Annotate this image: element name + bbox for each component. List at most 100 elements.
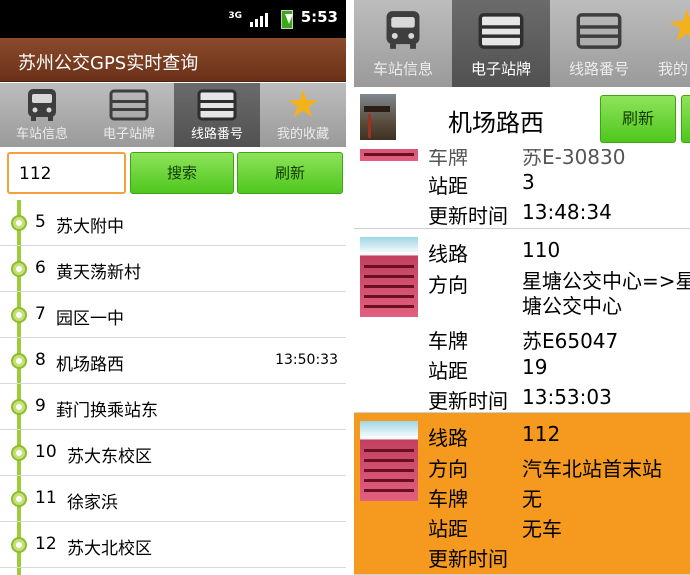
tab-bar: 车站信息 电子站牌 线路番号 ★ 我的 [354,0,690,87]
station-item[interactable]: 5 苏大附中 [0,200,346,246]
station-dot-icon [11,537,27,553]
station-dot-icon [11,353,27,369]
tab-favorites[interactable]: ★ 我的 [648,0,690,87]
plate-label: 车牌 [428,149,468,169]
station-item[interactable]: 10 苏大东校区 [0,430,346,476]
distance-label: 站距 [428,174,468,198]
app-title: 苏州公交GPS实时查询 [18,53,199,74]
bus-card[interactable]: 线路 110 方向 星塘公交中心=>星塘公交中心 车牌 苏E65047 站距 1… [354,229,690,413]
route-board-icon [576,13,622,49]
route-value: 112 [522,422,561,446]
tab-label: 线路番号 [568,60,629,78]
tab-favorites[interactable]: ★ 我的收藏 [260,83,346,147]
more-button[interactable] [681,95,690,143]
network-type-label: 3G [228,11,242,21]
station-dot-icon [11,261,27,277]
tab-label: 我的 [658,60,689,78]
bus-photo [360,149,418,161]
station-dot-icon [11,445,27,461]
battery-charging-icon [281,10,293,29]
star-icon: ★ [285,82,321,126]
tab-route-number[interactable]: 线路番号 [550,0,648,87]
direction-value: 汽车北站首末站 [522,457,662,481]
updated-label: 更新时间 [428,204,508,228]
tab-label: 车站信息 [15,127,68,142]
bus-photo [360,237,418,317]
status-bar: 3G 5:53 [0,0,346,38]
right-screen: 车站信息 电子站牌 线路番号 ★ 我的 机场路西 刷新 车牌 苏E-30830 … [354,0,690,575]
tab-station-board[interactable]: 电子站牌 [452,0,550,87]
station-item[interactable]: 11 徐家浜 [0,476,346,522]
tab-label: 电子站牌 [470,60,531,78]
station-dot-icon [11,399,27,415]
search-row: 112 搜索 刷新 [0,148,346,198]
search-button[interactable]: 搜索 [130,152,234,194]
plate-label: 车牌 [428,329,468,353]
plate-value: 无 [522,487,542,511]
star-icon: ★ [667,1,690,52]
tab-label: 车站信息 [372,60,433,78]
tab-label: 电子站牌 [102,127,155,142]
distance-value: 19 [522,355,548,379]
plate-value: 苏E65047 [522,329,619,353]
tab-route-number[interactable]: 线路番号 [174,83,260,147]
station-number: 11 [35,488,57,508]
station-dot-icon [11,307,27,323]
tab-station-info[interactable]: 车站信息 [0,83,84,147]
updated-value: 13:53:03 [522,385,612,409]
station-dot-icon [11,215,27,231]
station-item[interactable]: 6 黄天荡新村 [0,246,346,292]
tab-label: 我的收藏 [276,127,329,142]
updated-value: 13:48:34 [522,200,612,224]
station-number: 5 [35,212,46,232]
station-board-icon [478,13,524,49]
bus-icon [28,89,56,121]
tab-station-info[interactable]: 车站信息 [354,0,452,87]
station-dot-icon [11,491,27,507]
distance-value: 无车 [522,517,562,541]
direction-value: 星塘公交中心=>星塘公交中心 [522,269,690,318]
updated-label: 更新时间 [428,389,508,413]
bus-card-selected[interactable]: 线路 112 方向 汽车北站首末站 车牌 无 站距 无车 更新时间 [354,413,690,575]
route-label: 线路 [428,242,468,266]
tab-bar: 车站信息 电子站牌 线路番号 ★ 我的收藏 [0,83,346,147]
bus-card[interactable]: 车牌 苏E-30830 站距 3 更新时间 13:48:34 [354,149,690,229]
refresh-button[interactable]: 刷新 [600,95,676,143]
tab-station-board[interactable]: 电子站牌 [84,83,174,147]
station-name: 葑门换乘站东 [56,401,158,421]
direction-label: 方向 [428,273,468,297]
signal-icon [250,13,268,27]
route-board-icon [197,89,237,121]
station-name: 黄天荡新村 [56,263,141,283]
distance-label: 站距 [428,359,468,383]
tab-label: 线路番号 [190,127,243,142]
distance-value: 3 [522,170,535,194]
station-name: 徐家浜 [67,493,118,513]
refresh-button[interactable]: 刷新 [237,152,343,194]
station-name: 苏大附中 [56,217,124,237]
station-name: 苏大北校区 [67,539,152,559]
station-name: 机场路西 [56,355,124,375]
updated-label: 更新时间 [428,547,508,571]
station-number: 6 [35,258,46,278]
station-number: 8 [35,350,46,370]
screen-divider [346,0,354,575]
station-item[interactable]: 12 苏大北校区 [0,522,346,568]
station-number: 9 [35,396,46,416]
bus-icon [386,11,420,49]
station-item[interactable]: 8 机场路西 13:50:33 [0,338,346,384]
direction-label: 方向 [428,457,468,481]
route-label: 线路 [428,426,468,450]
station-list: 5 苏大附中 6 黄天荡新村 7 园区一中 8 机场路西 13:50:33 9 … [0,200,346,575]
station-item[interactable]: 9 葑门换乘站东 [0,384,346,430]
station-photo [360,94,396,140]
station-board-icon [109,89,149,121]
status-time: 5:53 [300,8,338,26]
route-search-input[interactable]: 112 [7,152,126,194]
station-number: 7 [35,304,46,324]
station-item[interactable]: 7 园区一中 [0,292,346,338]
station-header: 机场路西 刷新 [354,87,690,149]
app-title-bar: 苏州公交GPS实时查询 [0,38,346,82]
station-name: 苏大东校区 [67,447,152,467]
station-title: 机场路西 [448,109,544,137]
